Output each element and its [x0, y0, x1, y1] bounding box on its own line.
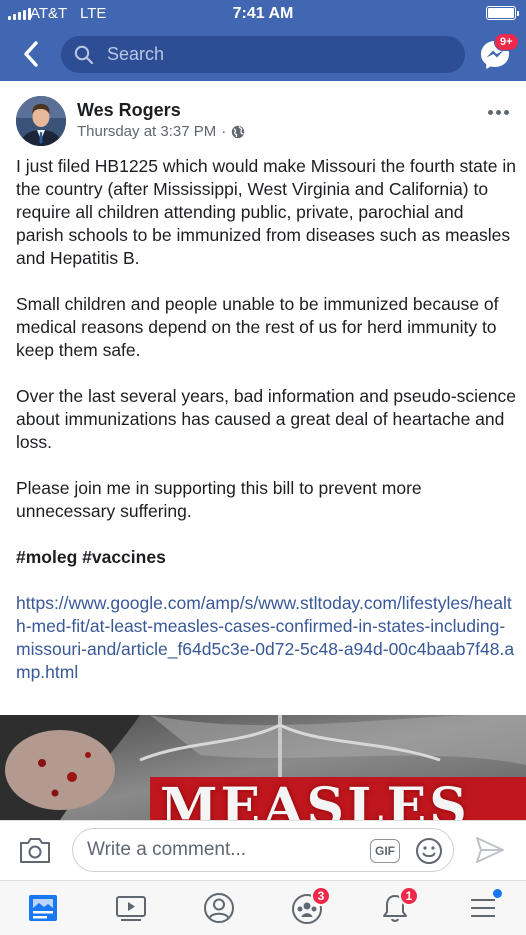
post-paragraph: Over the last several years, bad informa…: [16, 386, 516, 452]
globe-icon: [232, 125, 245, 138]
menu-notification-dot: [493, 889, 502, 898]
battery-icon: [486, 6, 519, 20]
search-bar[interactable]: [61, 36, 465, 73]
comment-input[interactable]: [87, 839, 357, 861]
status-bar: AT&T LTE 7:41 AM: [0, 0, 526, 28]
send-icon: [476, 837, 504, 863]
status-time: 7:41 AM: [232, 5, 294, 22]
meta-separator: ·: [221, 123, 227, 140]
comment-field[interactable]: GIF: [72, 828, 454, 872]
avatar[interactable]: [16, 96, 66, 146]
link-preview-image[interactable]: MEASLES: [0, 715, 526, 820]
preview-title-text: MEASLES: [160, 777, 470, 820]
menu-icon: [471, 899, 495, 917]
news-feed-icon: [29, 895, 57, 921]
profile-icon: [204, 893, 234, 923]
sticker-button[interactable]: [415, 837, 443, 865]
post-link[interactable]: https://www.google.com/amp/s/www.stltoda…: [16, 592, 516, 684]
post-header: Wes Rogers Thursday at 3:37 PM ·: [0, 81, 526, 151]
post-paragraph: Please join me in supporting this bill t…: [16, 478, 422, 521]
more-dots-icon: [487, 109, 493, 115]
post-hashtags[interactable]: #moleg #vaccines: [16, 546, 516, 569]
post-paragraph: I just filed HB1225 which would make Mis…: [16, 156, 516, 268]
smiley-icon: [416, 838, 442, 864]
search-input[interactable]: [107, 44, 427, 65]
groups-badge: 3: [311, 886, 331, 906]
camera-button[interactable]: [18, 834, 52, 866]
top-navigation-bar: AT&T LTE 7:41 AM 9+: [0, 0, 526, 81]
gif-button[interactable]: GIF: [370, 839, 400, 863]
post-author-name[interactable]: Wes Rogers: [77, 100, 181, 121]
post-timestamp[interactable]: Thursday at 3:37 PM: [77, 123, 216, 140]
post-options-button[interactable]: [484, 103, 512, 121]
profile-photo: [16, 96, 66, 146]
post-meta: Thursday at 3:37 PM ·: [77, 123, 245, 140]
messenger-badge: 9+: [494, 33, 519, 51]
back-button[interactable]: [16, 38, 46, 70]
chevron-left-icon: [24, 41, 38, 67]
bottom-tab-bar: 3 1: [0, 880, 526, 935]
post-paragraph: Small children and people unable to be i…: [16, 294, 499, 360]
tab-news-feed[interactable]: [23, 889, 63, 927]
comment-bar: GIF: [0, 820, 526, 880]
send-button[interactable]: [474, 835, 506, 865]
notifications-badge: 1: [399, 886, 419, 906]
camera-icon: [20, 838, 50, 863]
watch-video-icon: [116, 896, 146, 921]
tab-watch[interactable]: [111, 889, 151, 927]
tab-profile[interactable]: [199, 889, 239, 927]
post-text: I just filed HB1225 which would make Mis…: [16, 155, 516, 707]
search-icon: [73, 44, 95, 66]
